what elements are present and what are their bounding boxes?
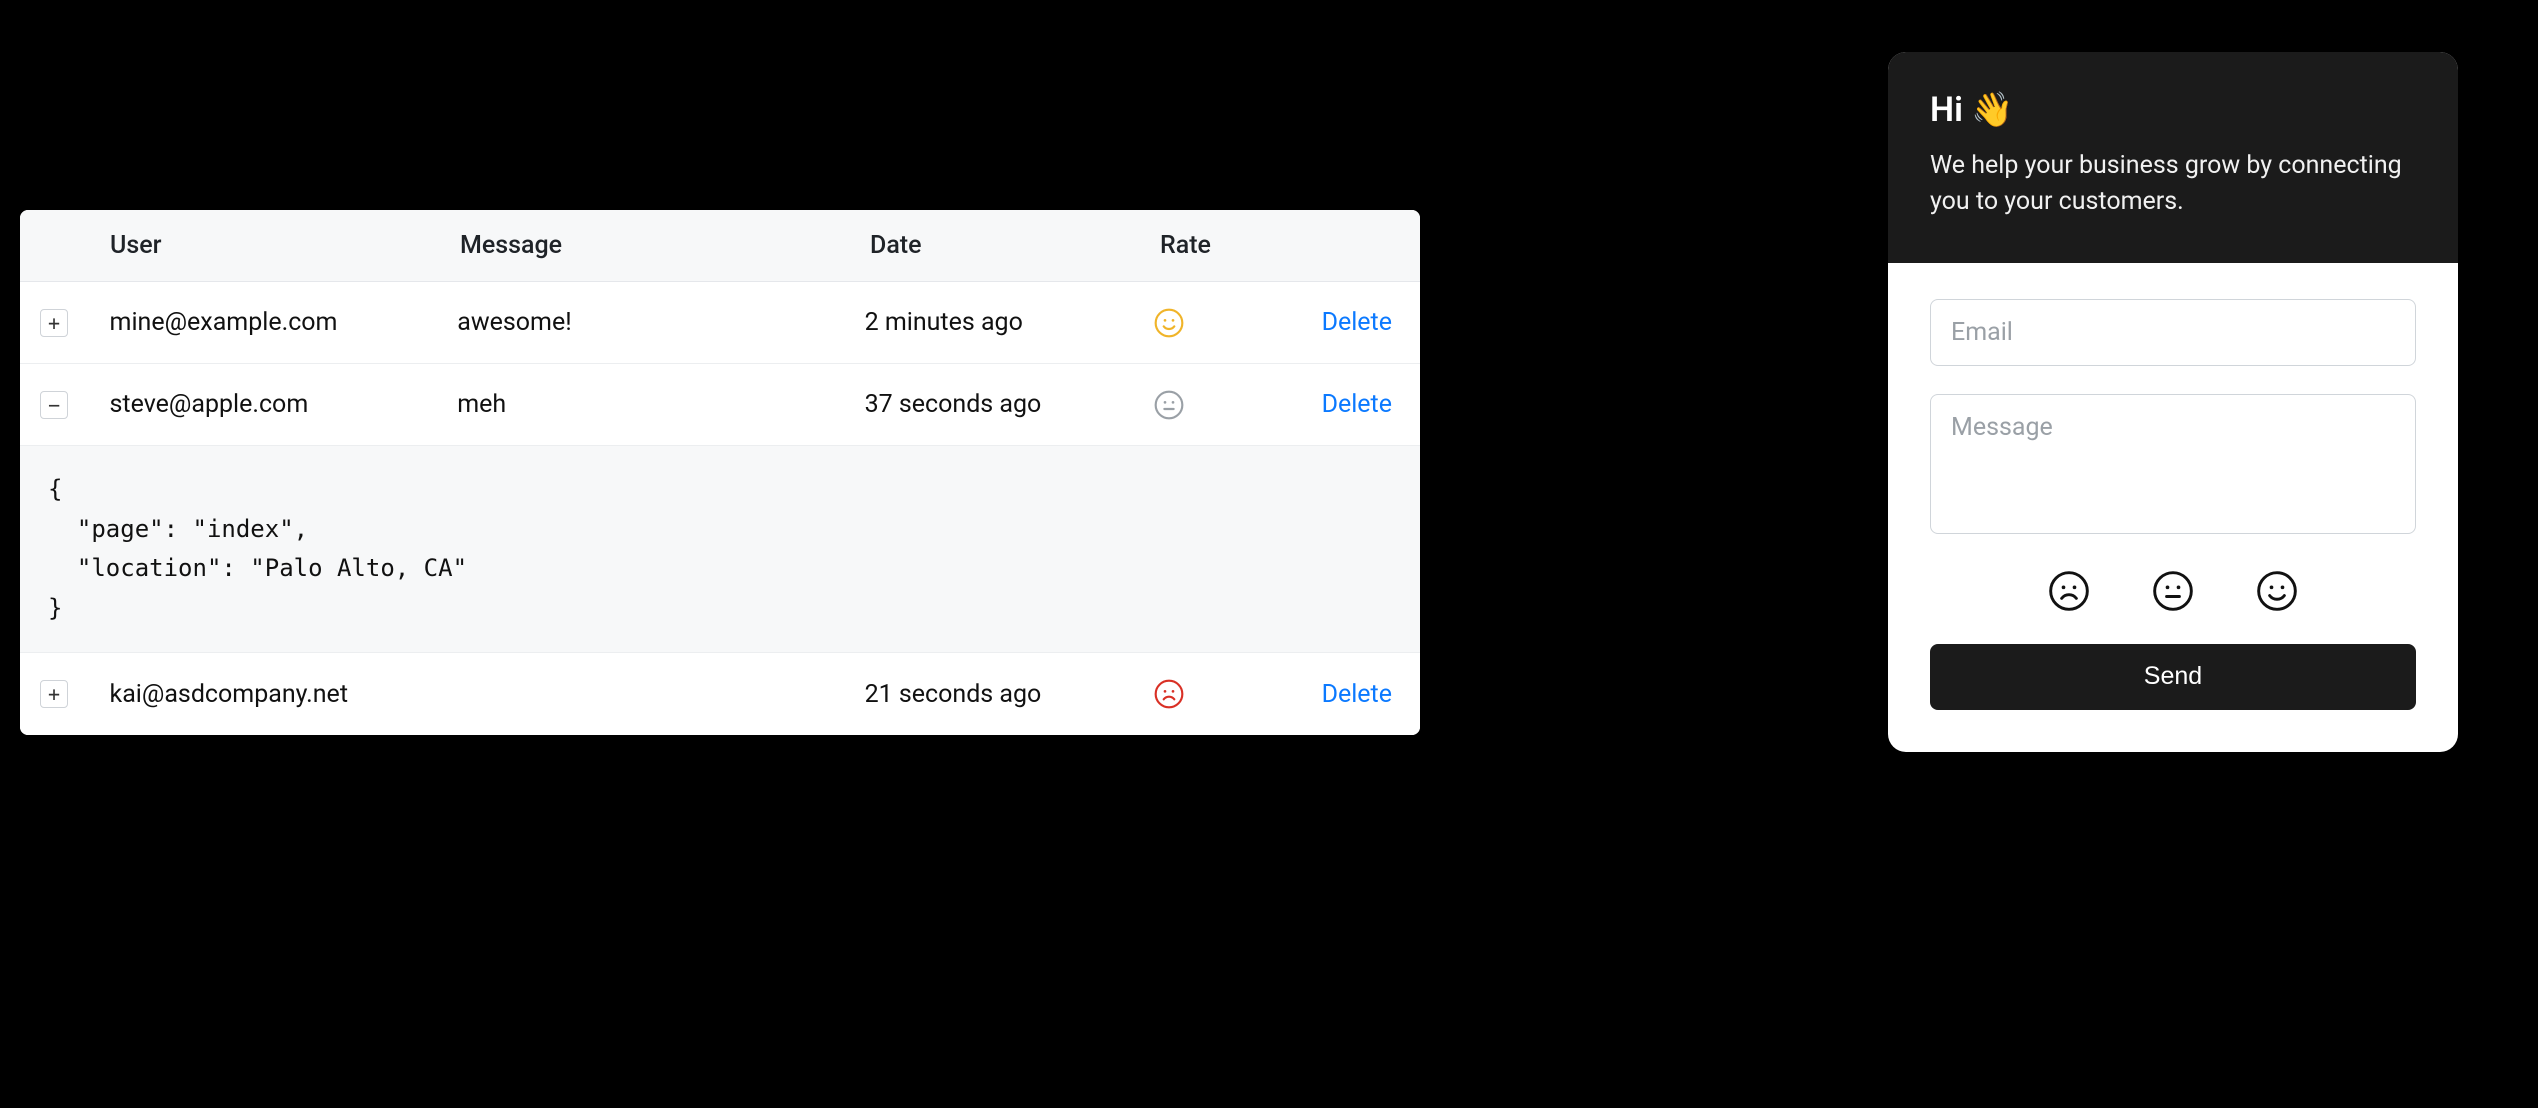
cell-date: 21 seconds ago xyxy=(865,680,1153,709)
smile-icon xyxy=(1153,307,1185,339)
widget-header: Hi 👋 We help your business grow by conne… xyxy=(1888,52,2458,263)
table-row: + mine@example.com awesome! 2 minutes ag… xyxy=(20,282,1420,364)
delete-link[interactable]: Delete xyxy=(1322,390,1392,419)
cell-date: 37 seconds ago xyxy=(865,390,1153,419)
meh-icon xyxy=(1153,389,1185,421)
message-field[interactable] xyxy=(1930,394,2416,534)
table-row: − steve@apple.com meh 37 seconds ago Del… xyxy=(20,364,1420,446)
frown-icon xyxy=(1153,678,1185,710)
rate-sad-button[interactable] xyxy=(2046,568,2092,614)
cell-user: steve@apple.com xyxy=(110,390,458,419)
widget-title: Hi 👋 xyxy=(1930,90,2416,130)
expand-toggle[interactable]: − xyxy=(40,391,68,419)
expand-toggle[interactable]: + xyxy=(40,680,68,708)
col-header-message: Message xyxy=(460,231,870,260)
expanded-row-json: { "page": "index", "location": "Palo Alt… xyxy=(20,446,1420,653)
email-field[interactable] xyxy=(1930,299,2416,366)
widget-subtitle: We help your business grow by connecting… xyxy=(1930,148,2416,221)
send-button[interactable]: Send xyxy=(1930,644,2416,710)
delete-link[interactable]: Delete xyxy=(1322,680,1392,709)
cell-message: awesome! xyxy=(457,308,864,337)
rating-row xyxy=(1930,562,2416,616)
cell-user: mine@example.com xyxy=(110,308,458,337)
cell-user: kai@asdcompany.net xyxy=(110,680,458,709)
expand-toggle[interactable]: + xyxy=(40,309,68,337)
col-header-date: Date xyxy=(870,231,1160,260)
feedback-table: User Message Date Rate + mine@example.co… xyxy=(20,210,1420,735)
table-header-row: User Message Date Rate xyxy=(20,210,1420,282)
rate-neutral-button[interactable] xyxy=(2150,568,2196,614)
col-header-user: User xyxy=(110,231,460,260)
cell-date: 2 minutes ago xyxy=(865,308,1153,337)
rate-happy-button[interactable] xyxy=(2254,568,2300,614)
col-header-rate: Rate xyxy=(1160,231,1330,260)
table-row: + kai@asdcompany.net 21 seconds ago Dele… xyxy=(20,653,1420,735)
feedback-widget: Hi 👋 We help your business grow by conne… xyxy=(1888,52,2458,752)
cell-message: meh xyxy=(457,390,864,419)
delete-link[interactable]: Delete xyxy=(1322,308,1392,337)
